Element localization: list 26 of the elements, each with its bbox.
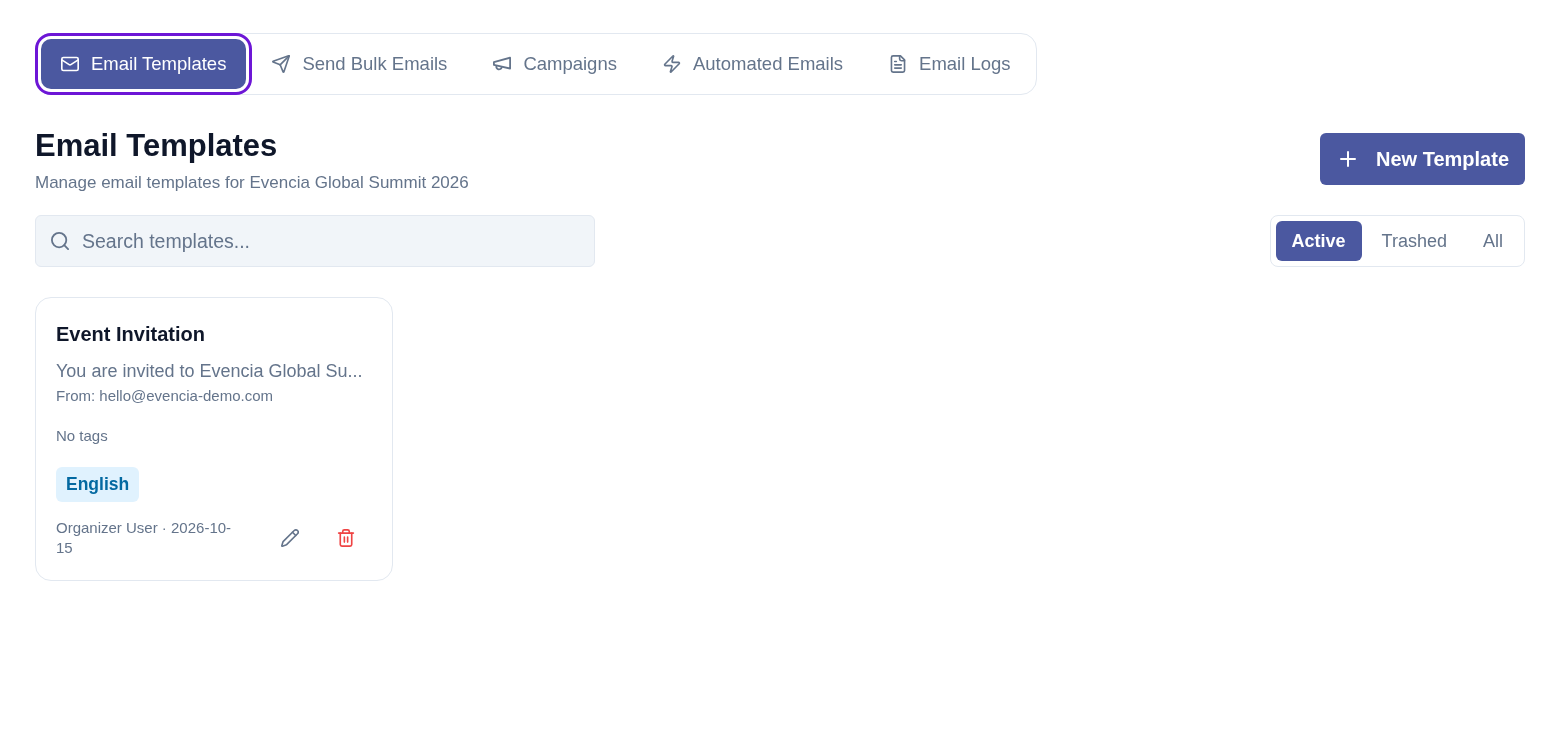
new-template-button[interactable]: New Template xyxy=(1320,133,1525,185)
page-subtitle: Manage email templates for Evencia Global Summit 2026 xyxy=(35,172,469,194)
sender-address: From: hello@evencia-demo.com xyxy=(56,386,274,406)
lightning-icon xyxy=(662,55,681,73)
nav-tab[interactable]: Send Bulk Emails xyxy=(252,39,468,89)
tags-text: No tags xyxy=(56,426,109,446)
search-icon xyxy=(51,232,69,250)
filter-option[interactable]: Trashed xyxy=(1365,221,1463,261)
filter-option[interactable]: All xyxy=(1467,221,1519,261)
author-date: Organizer User · 2026-10-15 xyxy=(56,518,233,558)
nav-tab[interactable]: Email Logs xyxy=(869,39,1031,89)
document-icon xyxy=(889,55,908,73)
pencil-icon xyxy=(281,529,299,547)
template-title: Event Invitation xyxy=(56,322,206,346)
plus-icon xyxy=(1340,151,1356,167)
nav-tab[interactable]: Campaigns xyxy=(473,39,637,89)
filter-option[interactable]: Active xyxy=(1275,221,1362,261)
trash-icon xyxy=(337,529,355,547)
nav-tab[interactable]: Automated Emails xyxy=(642,39,864,89)
megaphone-icon xyxy=(493,55,512,73)
mail-icon xyxy=(61,55,79,73)
language-tag: English xyxy=(56,467,140,502)
template-preview: You are invited to Evencia Global Su... xyxy=(56,360,364,383)
paper-plane-icon xyxy=(272,55,291,73)
page-title: Email Templates xyxy=(35,127,279,165)
search-field[interactable]: Search templates... xyxy=(35,215,595,267)
